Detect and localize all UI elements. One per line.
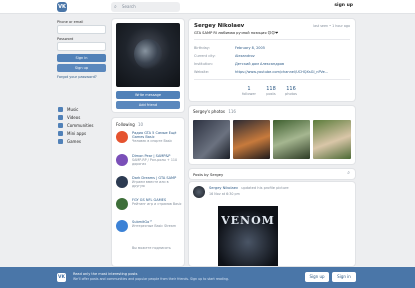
post-date[interactable]: 16 Nov at 6:30 pm (209, 192, 240, 196)
following-header[interactable]: Following 10 (116, 122, 143, 127)
profile-status[interactable]: GTA SAMP RI любимая ручной позиция 😊😊❤ (194, 31, 278, 35)
community-avatar (116, 154, 128, 166)
forgot-password-link[interactable]: Forgot your password? (57, 75, 106, 79)
field-key: Website: (194, 70, 210, 74)
following-title: Following (116, 122, 135, 127)
top-bar: VK ⌕ Search sign up (0, 0, 415, 14)
community-sub: Интересные Basic Stream (132, 224, 177, 228)
last-seen: last seen • 1 hour ago (313, 24, 350, 28)
nav-label: Videos (67, 114, 81, 120)
communities-icon (58, 122, 63, 128)
video-icon (58, 114, 63, 120)
field-value[interactable]: Детский дом Александров (235, 62, 284, 66)
community-sub: Рейтинг игр и стримов Basic (132, 202, 182, 206)
following-count: 10 (138, 122, 144, 127)
post-author[interactable]: Sergey Nikolaev (209, 186, 238, 190)
apps-icon (58, 130, 63, 136)
banner-signin-button[interactable]: Sign in (332, 272, 356, 282)
community-sub: Играем вместе или в другую (132, 180, 169, 188)
community-avatar (116, 131, 128, 143)
following-item[interactable]: Радио GTA 5 Самые Ещё Games Basic Челове… (116, 131, 182, 153)
signup-banner: VK Read only the most interesting posts … (0, 267, 415, 288)
photos-count: 116 (228, 109, 236, 114)
nav-item-games[interactable]: Games (58, 137, 93, 145)
nav-label: Music (67, 106, 79, 112)
search-icon: ⌕ (114, 4, 117, 10)
nav-label: Games (67, 138, 81, 144)
search-placeholder: Search (122, 4, 136, 9)
avatar-card: Write message Add friend (112, 19, 184, 112)
music-icon (58, 106, 63, 112)
post-author-avatar[interactable] (193, 186, 205, 198)
following-item[interactable]: FGY GS NFL GAMES Рейтинг игр и стримов B… (116, 198, 182, 220)
login-form: Phone or email Password Sign in Sign up … (57, 19, 106, 79)
community-name: Радио GTA 5 Самые Ещё Games Basic (132, 131, 177, 139)
field-key: Birthday: (194, 46, 210, 50)
post-author-line: Sergey Nikolaev updated his profile pict… (209, 186, 289, 190)
community-sub: SAMP-RP / Рол-ролы + 110 дорогих (132, 158, 178, 166)
stat-photos[interactable]: 116 photos (276, 86, 306, 96)
field-value[interactable]: February 8, 2005 (235, 46, 265, 50)
profile-name: Sergey Nikolaev (194, 23, 245, 29)
following-item[interactable]: Dark Dreams | GTA SAMP Играем вместе или… (116, 176, 182, 198)
banner-signup-button[interactable]: Sign up (305, 272, 329, 282)
side-nav: Music Videos Communities Mini apps Games (58, 105, 93, 145)
divider (194, 79, 350, 80)
nav-label: Communities (67, 122, 94, 128)
password-input[interactable] (57, 42, 106, 51)
avatar-face (134, 39, 162, 69)
photos-header[interactable]: Sergey's photos 116 (193, 109, 236, 114)
following-card: Following 10 Радио GTA 5 Самые Ещё Games… (112, 118, 184, 266)
add-friend-button[interactable]: Add friend (116, 101, 180, 109)
photo-thumb[interactable] (193, 120, 230, 159)
field-value[interactable]: Alexandrov (235, 54, 255, 58)
stat-label: photos (285, 92, 297, 96)
vk-logo: VK (57, 273, 66, 282)
vk-logo[interactable]: VK (57, 2, 67, 12)
community-avatar (116, 198, 128, 210)
photo-thumb[interactable] (233, 120, 270, 159)
phone-input[interactable] (57, 25, 106, 34)
photos-title: Sergey's photos (193, 109, 226, 114)
post-image-title: VENOM (221, 214, 275, 227)
phone-label: Phone or email (57, 20, 84, 24)
write-message-button[interactable]: Write message (116, 91, 180, 99)
photo-thumb[interactable] (273, 120, 310, 159)
profile-avatar[interactable] (116, 23, 180, 87)
following-item[interactable]: SubmitGo™ Интересные Basic Stream (116, 220, 182, 242)
search-icon[interactable]: ⌕ (347, 170, 350, 176)
community-sub: Человек в спорте Basic (132, 139, 173, 143)
banner-subtitle: We'll offer posts and communities and po… (73, 277, 229, 281)
field-key: Current city: (194, 54, 216, 58)
community-avatar (116, 220, 128, 232)
games-icon (58, 138, 63, 144)
nav-item-communities[interactable]: Communities (58, 121, 93, 129)
nav-item-videos[interactable]: Videos (58, 113, 93, 121)
nav-item-mini-apps[interactable]: Mini apps (58, 129, 93, 137)
posts-header-card: Posts by Sergey ⌕ (189, 169, 355, 179)
signup-button[interactable]: Sign up (57, 64, 106, 72)
nav-item-music[interactable]: Music (58, 105, 93, 113)
photo-thumb[interactable] (313, 120, 351, 159)
community-avatar (116, 176, 128, 188)
nav-label: Mini apps (67, 130, 87, 136)
field-key: Institution: (194, 62, 213, 66)
following-more[interactable]: Вы можете подписать (132, 246, 171, 250)
following-item[interactable]: Dimon Pear | SAMP&P SAMP-RP / Рол-ролы +… (116, 154, 182, 176)
post-image[interactable]: VENOM (218, 206, 278, 266)
password-label: Password (57, 37, 74, 41)
signin-button[interactable]: Sign in (57, 54, 106, 62)
posts-title: Posts by Sergey (193, 172, 224, 177)
field-value[interactable]: https://www.youtube.com/channel/UCHQXsGI… (235, 70, 347, 74)
divider (194, 39, 350, 40)
search-input[interactable]: ⌕ Search (111, 2, 180, 12)
post-card: Sergey Nikolaev updated his profile pict… (189, 182, 355, 266)
post-action: updated his profile picture (241, 186, 289, 190)
signup-link[interactable]: sign up (334, 3, 353, 8)
banner-title: Read only the most interesting posts (73, 272, 138, 276)
